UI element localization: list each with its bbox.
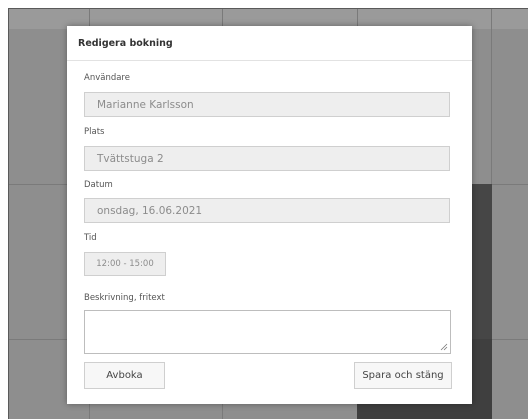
dialog-header: Redigera bokning [67, 26, 472, 61]
date-label: Datum [84, 180, 113, 190]
resize-grip-icon[interactable] [440, 343, 448, 351]
place-value: Tvättstuga 2 [97, 152, 164, 165]
place-field: Tvättstuga 2 [84, 146, 450, 171]
date-field: onsdag, 16.06.2021 [84, 198, 450, 223]
edit-booking-dialog: Redigera bokning Användare Marianne Karl… [67, 26, 472, 404]
description-label: Beskrivning, fritext [84, 293, 165, 303]
time-value: 12:00 - 15:00 [96, 259, 154, 269]
user-value: Marianne Karlsson [97, 98, 194, 111]
cancel-booking-label: Avboka [106, 370, 143, 381]
dialog-title: Redigera bokning [78, 37, 173, 49]
time-field: 12:00 - 15:00 [84, 252, 166, 276]
date-value: onsdag, 16.06.2021 [97, 204, 203, 217]
place-label: Plats [84, 127, 105, 137]
user-label: Användare [84, 73, 130, 83]
description-textarea[interactable] [84, 310, 451, 354]
save-and-close-label: Spara och stäng [362, 370, 444, 381]
save-and-close-button[interactable]: Spara och stäng [354, 362, 452, 389]
time-label: Tid [84, 233, 97, 243]
user-field: Marianne Karlsson [84, 92, 450, 117]
cancel-booking-button[interactable]: Avboka [84, 362, 165, 389]
